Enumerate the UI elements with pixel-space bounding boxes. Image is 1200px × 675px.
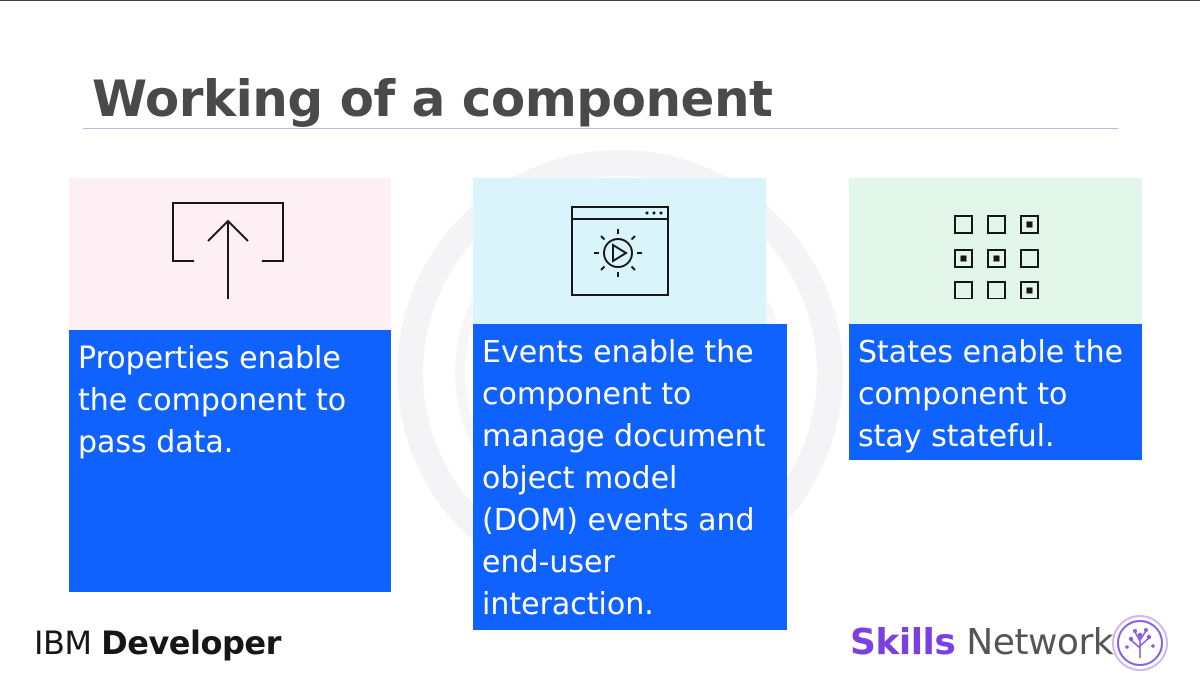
- ibm-developer-logo: IBM Developer: [34, 624, 281, 662]
- skills-network-logo: Skills Network: [850, 622, 1114, 663]
- top-border: [0, 0, 1200, 1]
- states-card-text: States enable the component to stay stat…: [849, 324, 1142, 460]
- upload-icon: [172, 202, 284, 299]
- events-card-text: Events enable the component to manage do…: [473, 324, 787, 630]
- grid-state-icon: [953, 215, 1039, 299]
- states-card-header: [849, 178, 1142, 324]
- browser-play-icon: [570, 206, 669, 296]
- developer-wordmark: Developer: [101, 624, 281, 662]
- skills-wordmark: Skills: [850, 622, 956, 663]
- skills-network-tree-icon: [1112, 615, 1168, 671]
- network-wordmark: Network: [966, 622, 1114, 663]
- properties-card-header: [69, 178, 391, 330]
- title-underline: [83, 128, 1118, 129]
- properties-card-text: Properties enable the component to pass …: [69, 330, 391, 592]
- slide-title: Working of a component: [92, 70, 773, 128]
- events-card-header: [473, 178, 766, 324]
- ibm-wordmark: IBM: [34, 624, 92, 662]
